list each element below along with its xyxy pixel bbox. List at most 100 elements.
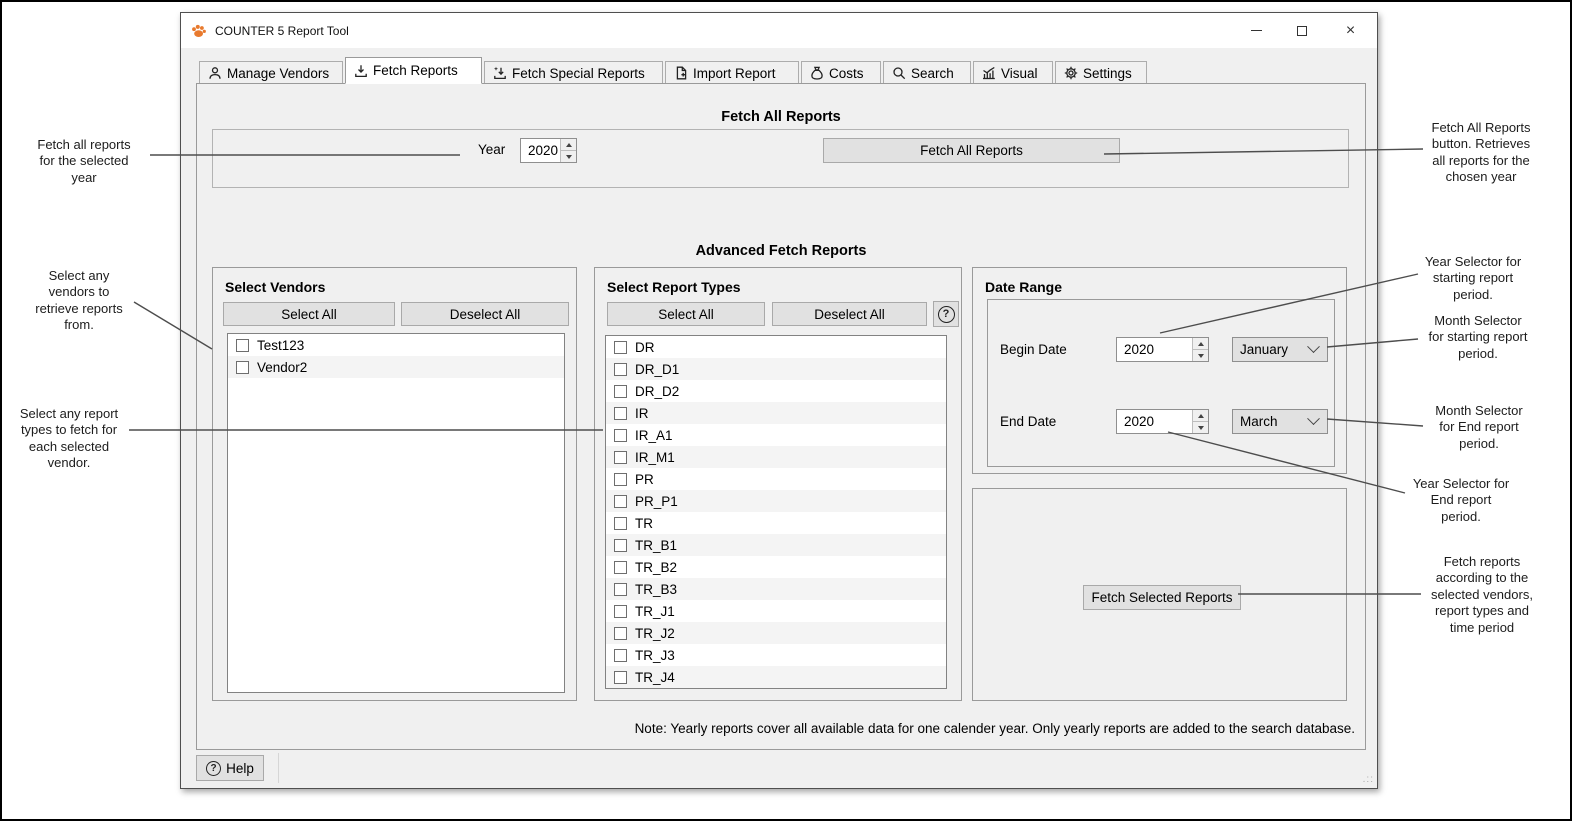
tab-visual[interactable]: Visual	[973, 61, 1053, 84]
begin-month-dropdown[interactable]: January	[1232, 337, 1328, 362]
advanced-section-title: Advanced Fetch Reports	[695, 243, 867, 259]
report-type-row[interactable]: TR_B1	[606, 534, 946, 556]
fetch-selected-reports-button[interactable]: Fetch Selected Reports	[1083, 585, 1241, 610]
report-type-row[interactable]: IR_M1	[606, 446, 946, 468]
checkbox[interactable]	[614, 648, 627, 662]
checkbox[interactable]	[614, 362, 627, 376]
end-month-dropdown[interactable]: March	[1232, 409, 1328, 434]
vendors-deselect-all-button[interactable]: Deselect All	[401, 302, 569, 326]
checkbox[interactable]	[614, 472, 627, 486]
report-types-help-button[interactable]: ?	[933, 301, 959, 327]
tab-search[interactable]: Search	[883, 61, 971, 84]
checkbox[interactable]	[614, 450, 627, 464]
checkbox[interactable]	[614, 604, 627, 618]
report-type-row[interactable]: TR_J4	[606, 666, 946, 688]
spin-up-button[interactable]	[1193, 338, 1208, 349]
help-button[interactable]: ? Help	[196, 755, 264, 781]
report-type-row[interactable]: PR	[606, 468, 946, 490]
report-type-row[interactable]: TR_B2	[606, 556, 946, 578]
checkbox[interactable]	[614, 626, 627, 640]
row-label: TR_J2	[635, 625, 675, 641]
vendors-list[interactable]: Test123 Vendor2	[227, 333, 565, 693]
checkbox[interactable]	[236, 338, 249, 352]
checkbox[interactable]	[614, 538, 627, 552]
fetch-all-section-title: Fetch All Reports	[721, 109, 841, 125]
spin-down-button[interactable]	[1193, 421, 1208, 433]
year-value[interactable]: 2020	[521, 139, 560, 162]
checkbox[interactable]	[614, 670, 627, 684]
fetch-selected-panel: Fetch Selected Reports	[972, 488, 1347, 701]
year-spinner[interactable]: 2020	[520, 138, 577, 163]
tab-settings[interactable]: Settings	[1055, 61, 1147, 84]
spin-down-button[interactable]	[1193, 349, 1208, 361]
report-type-row[interactable]: TR	[606, 512, 946, 534]
report-type-row[interactable]: TR_B3	[606, 578, 946, 600]
tab-fetch-reports[interactable]: Fetch Reports	[345, 57, 482, 84]
resize-grip[interactable]: .::	[1363, 774, 1374, 785]
report-types-select-all-button[interactable]: Select All	[607, 302, 765, 326]
spin-up-button[interactable]	[1193, 410, 1208, 421]
row-label: TR_B2	[635, 559, 678, 575]
row-label: DR_D2	[635, 383, 680, 399]
tab-manage-vendors[interactable]: Manage Vendors	[199, 61, 343, 84]
tab-label: Costs	[829, 65, 864, 81]
report-type-row[interactable]: IR	[606, 402, 946, 424]
report-type-row[interactable]: TR_J2	[606, 622, 946, 644]
begin-year-spinner[interactable]: 2020	[1116, 337, 1209, 362]
begin-month-value: January	[1240, 342, 1289, 357]
checkbox[interactable]	[614, 340, 627, 354]
gear-icon	[1064, 66, 1078, 80]
tab-fetch-special-reports[interactable]: Fetch Special Reports	[484, 61, 663, 84]
report-type-row[interactable]: DR_D2	[606, 380, 946, 402]
checkbox[interactable]	[614, 560, 627, 574]
chevron-down-icon	[1307, 340, 1320, 354]
end-year-spinner[interactable]: 2020	[1116, 409, 1209, 434]
checkbox[interactable]	[614, 516, 627, 530]
tab-costs[interactable]: Costs	[801, 61, 881, 84]
help-question-icon: ?	[206, 760, 222, 776]
end-month-value: March	[1240, 414, 1278, 429]
spin-up-icon	[1197, 341, 1204, 346]
end-year-value[interactable]: 2020	[1117, 410, 1192, 433]
close-button[interactable]: ×	[1324, 13, 1377, 48]
vendor-row[interactable]: Test123	[228, 334, 564, 356]
spin-up-button[interactable]	[561, 139, 576, 150]
report-type-row[interactable]: PR_P1	[606, 490, 946, 512]
window-title: COUNTER 5 Report Tool	[215, 23, 349, 38]
annotation-left-3: Select any report types to fetch for eac…	[19, 406, 119, 471]
row-label: Test123	[257, 337, 305, 353]
checkbox[interactable]	[614, 384, 627, 398]
begin-year-arrows	[1192, 338, 1208, 361]
report-types-deselect-all-button[interactable]: Deselect All	[772, 302, 927, 326]
report-type-row[interactable]: DR	[606, 336, 946, 358]
annotation-right-6: Fetch reports according to the selected …	[1431, 554, 1533, 635]
row-label: IR	[635, 405, 649, 421]
fetch-all-reports-button[interactable]: Fetch All Reports	[823, 138, 1120, 163]
chart-icon	[982, 66, 996, 80]
report-type-row[interactable]: IR_A1	[606, 424, 946, 446]
checkbox[interactable]	[614, 406, 627, 420]
row-label: Vendor2	[257, 359, 308, 375]
report-type-row[interactable]: TR_J3	[606, 644, 946, 666]
tab-import-report[interactable]: Import Report	[665, 61, 799, 84]
checkbox[interactable]	[614, 494, 627, 508]
vendors-select-all-button[interactable]: Select All	[223, 302, 395, 326]
checkbox[interactable]	[614, 582, 627, 596]
begin-year-value[interactable]: 2020	[1117, 338, 1192, 361]
footer-separator	[278, 753, 279, 783]
checkbox[interactable]	[236, 360, 249, 374]
annotation-right-1: Fetch All Reports button. Retrieves all …	[1431, 120, 1531, 185]
app-window: COUNTER 5 Report Tool × Manage Vendors F…	[180, 12, 1378, 789]
screenshot: COUNTER 5 Report Tool × Manage Vendors F…	[0, 0, 1572, 821]
minimize-button[interactable]	[1234, 13, 1279, 48]
maximize-button[interactable]	[1279, 13, 1324, 48]
report-type-row[interactable]: DR_D1	[606, 358, 946, 380]
row-label: TR_J4	[635, 669, 675, 685]
spin-down-button[interactable]	[561, 150, 576, 162]
report-type-row[interactable]: TR_J1	[606, 600, 946, 622]
report-types-list[interactable]: DR DR_D1 DR_D2 IR IR_A1 IR_M1 PR PR_P1 TR TR_B1 TR…	[605, 335, 947, 689]
checkbox[interactable]	[614, 428, 627, 442]
money-bag-icon	[810, 66, 824, 80]
vendor-row[interactable]: Vendor2	[228, 356, 564, 378]
begin-date-label: Begin Date	[1000, 342, 1067, 357]
